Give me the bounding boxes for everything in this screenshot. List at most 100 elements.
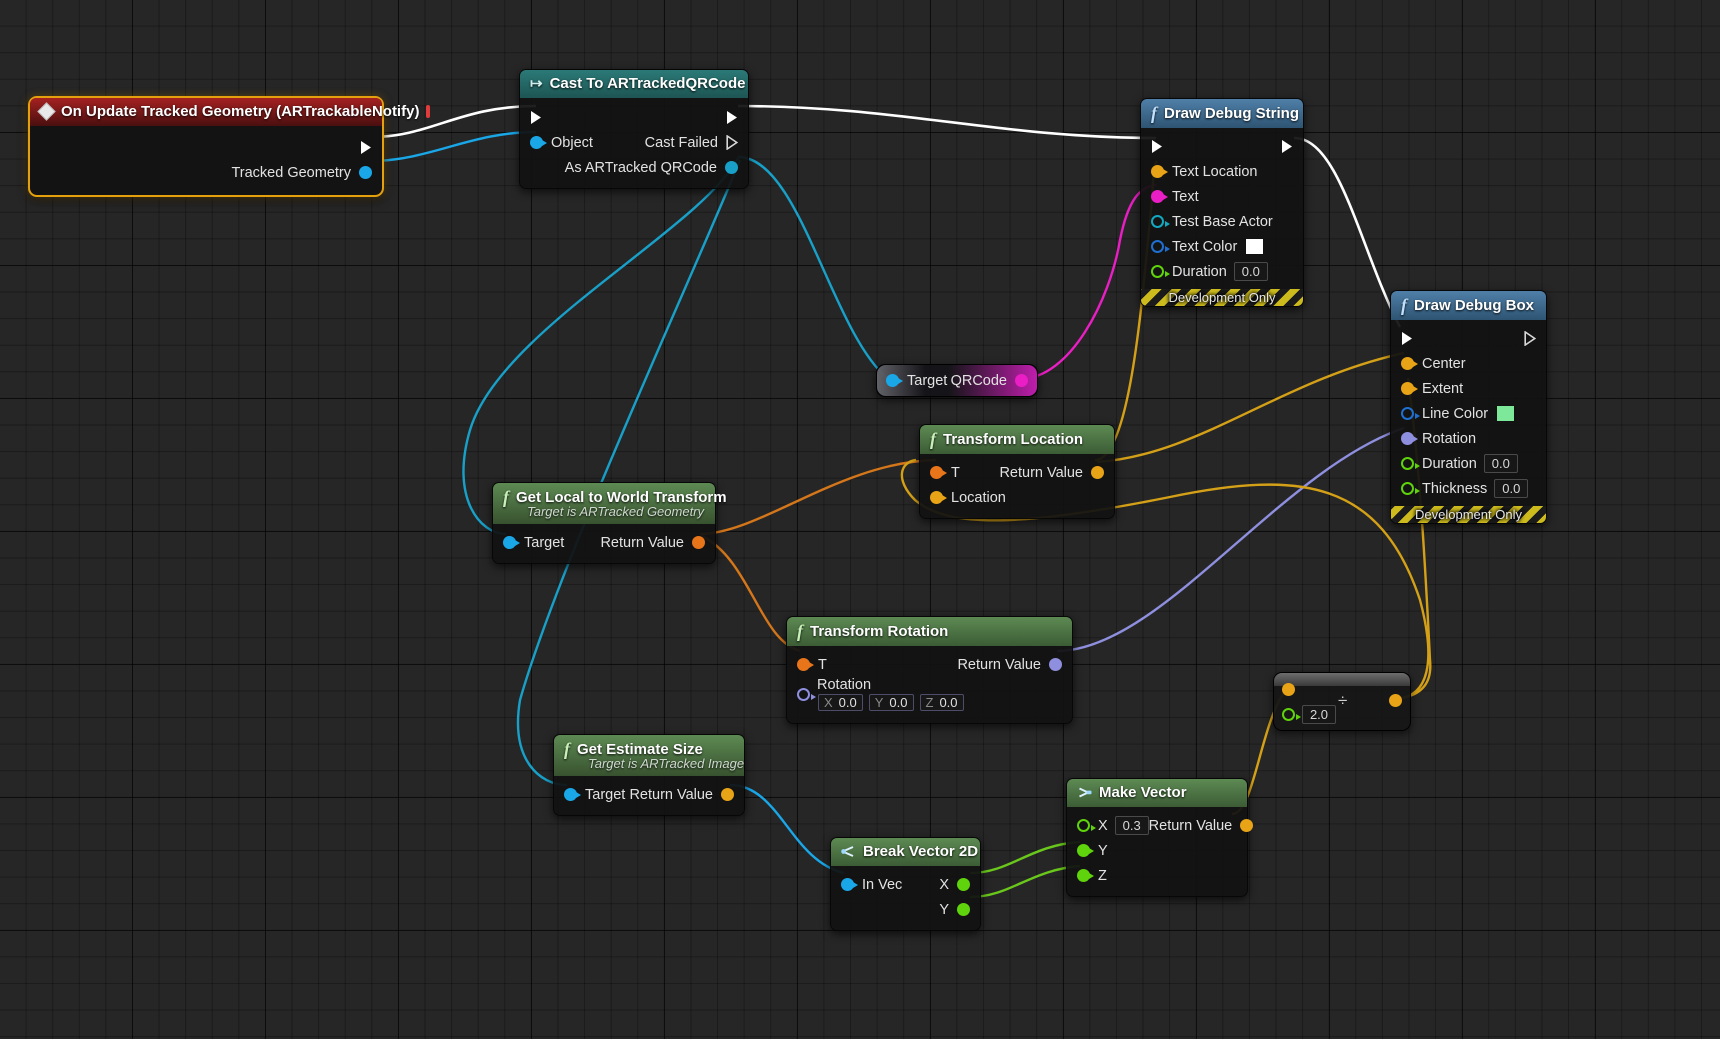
divide-a-in-pin[interactable]	[1282, 683, 1295, 696]
text-color-in-pin[interactable]	[1151, 240, 1170, 253]
exec-in-pin[interactable]	[1401, 331, 1413, 346]
pin-row-text[interactable]: Text	[1141, 184, 1303, 209]
pin-row-exec[interactable]	[1391, 326, 1546, 351]
test-base-actor-in-pin[interactable]	[1151, 215, 1170, 228]
pin-row-in-vec[interactable]: In Vec X	[831, 872, 980, 897]
duration-in-pin[interactable]	[1151, 265, 1170, 278]
pin-row-location[interactable]: Location	[920, 485, 1114, 510]
tracked-geometry-out-pin[interactable]	[359, 166, 372, 179]
pin-row-rotation[interactable]: Rotation	[1391, 426, 1546, 451]
exec-in-pin[interactable]	[1151, 139, 1163, 154]
divide-return-out-pin[interactable]	[1389, 694, 1402, 707]
node-subtitle: Target is ARTracked Geometry	[527, 504, 705, 519]
y-in-pin[interactable]	[1077, 844, 1094, 857]
node-on-update-tracked-geometry[interactable]: On Update Tracked Geometry (ARTrackableN…	[28, 96, 431, 197]
pin-label: Duration	[1172, 263, 1227, 280]
node-get-qrcode[interactable]: Target QRCode	[876, 364, 1038, 397]
duration-in-pin[interactable]	[1401, 457, 1420, 470]
duration-value-field[interactable]: 0.0	[1483, 454, 1518, 473]
duration-value-field[interactable]: 0.0	[1233, 262, 1268, 281]
pin-row-as-artracked-qrcode[interactable]: As ARTracked QRCode	[520, 155, 748, 180]
x-value-field[interactable]: 0.3	[1114, 816, 1149, 835]
target-in-pin[interactable]	[564, 788, 581, 801]
pin-row-line-color[interactable]: Line Color	[1391, 401, 1546, 426]
x-in-pin[interactable]	[1077, 819, 1096, 832]
exec-out-pin[interactable]	[360, 140, 372, 155]
pin-row-exec[interactable]	[1141, 134, 1303, 159]
node-get-estimate-size[interactable]: f Get Estimate Size Target is ARTracked …	[553, 734, 745, 816]
pin-row-object[interactable]: Object Cast Failed	[520, 130, 748, 155]
rotation-z-field[interactable]: Z 0.0	[919, 694, 964, 711]
node-get-local-to-world-transform[interactable]: f Get Local to World Transform Target is…	[492, 482, 727, 564]
pin-row-exec-out[interactable]	[30, 135, 382, 160]
pin-row-x[interactable]: X 0.3 Return Value	[1067, 813, 1254, 838]
location-in-pin[interactable]	[930, 491, 947, 504]
return-value-out-pin[interactable]	[692, 536, 705, 549]
line-color-swatch[interactable]	[1496, 405, 1516, 422]
t-in-pin[interactable]	[930, 466, 947, 479]
pin-row-text-location[interactable]: Text Location	[1141, 159, 1303, 184]
target-in-pin[interactable]	[503, 536, 520, 549]
pin-row-duration[interactable]: Duration 0.0	[1141, 259, 1303, 284]
z-in-pin[interactable]	[1077, 869, 1094, 882]
line-color-in-pin[interactable]	[1401, 407, 1420, 420]
rotation-y-field[interactable]: Y 0.0	[868, 694, 914, 711]
pin-row-y[interactable]: Y	[831, 897, 980, 922]
extent-in-pin[interactable]	[1401, 382, 1418, 395]
pin-row-exec[interactable]	[520, 105, 748, 130]
pin-row-duration[interactable]: Duration 0.0	[1391, 451, 1546, 476]
pin-row-target[interactable]: Target Return Value	[554, 782, 744, 807]
rotation-in-pin[interactable]	[797, 688, 816, 701]
pin-row-center[interactable]: Center	[1391, 351, 1546, 376]
object-in-pin[interactable]	[530, 136, 547, 149]
node-cast-to-artrackedqrcode[interactable]: ↦ Cast To ARTrackedQRCode Object Cast Fa…	[519, 69, 749, 189]
stop-recording-icon[interactable]	[426, 105, 431, 118]
pin-row-target[interactable]: Target Return Value	[493, 530, 715, 555]
exec-in-pin[interactable]	[530, 110, 542, 125]
divide-b-value-field[interactable]: 2.0	[1302, 705, 1336, 724]
text-location-in-pin[interactable]	[1151, 165, 1168, 178]
exec-out-pin[interactable]	[726, 110, 738, 125]
pin-row-y[interactable]: Y	[1067, 838, 1247, 863]
pin-row-t[interactable]: T Return Value	[787, 652, 1072, 677]
pin-row-t[interactable]: T Return Value	[920, 460, 1114, 485]
pin-row-z[interactable]: Z	[1067, 863, 1247, 888]
target-in-pin[interactable]	[886, 374, 903, 387]
exec-out-pin[interactable]	[1524, 331, 1536, 346]
return-value-out-pin[interactable]	[1049, 658, 1062, 671]
center-in-pin[interactable]	[1401, 357, 1418, 370]
pin-label: Text Location	[1172, 163, 1258, 180]
exec-out-pin[interactable]	[1281, 139, 1293, 154]
pin-row-thickness[interactable]: Thickness 0.0	[1391, 476, 1546, 501]
pin-row-tracked-geometry[interactable]: Tracked Geometry	[30, 160, 382, 185]
pin-label: Extent	[1422, 380, 1464, 397]
t-in-pin[interactable]	[797, 658, 814, 671]
rotation-in-pin[interactable]	[1401, 432, 1418, 445]
node-make-vector[interactable]: Make Vector X 0.3 Return Value Y Z	[1066, 778, 1254, 897]
text-in-pin[interactable]	[1151, 190, 1168, 203]
pin-row-test-base-actor[interactable]: Test Base Actor	[1141, 209, 1303, 234]
as-artracked-qrcode-out-pin[interactable]	[725, 161, 738, 174]
node-break-vector-2d[interactable]: Break Vector 2D In Vec X Y	[830, 837, 981, 931]
node-transform-rotation[interactable]: f Transform Rotation T Return Value Rota…	[786, 616, 1073, 724]
node-transform-location[interactable]: f Transform Location T Return Value Loca…	[919, 424, 1115, 519]
pin-row-text-color[interactable]: Text Color	[1141, 234, 1303, 259]
return-value-out-pin[interactable]	[1240, 819, 1254, 832]
return-value-out-pin[interactable]	[721, 788, 734, 801]
y-out-pin[interactable]	[957, 903, 970, 916]
divide-b-in-pin[interactable]	[1282, 708, 1301, 721]
qrcode-out-pin[interactable]	[1015, 374, 1028, 387]
x-out-pin[interactable]	[957, 878, 970, 891]
cast-failed-out-pin[interactable]	[726, 135, 738, 150]
thickness-value-field[interactable]: 0.0	[1494, 479, 1529, 498]
rotation-x-field[interactable]: X 0.0	[818, 694, 863, 711]
pin-row-extent[interactable]: Extent	[1391, 376, 1546, 401]
thickness-in-pin[interactable]	[1401, 482, 1420, 495]
node-draw-debug-box[interactable]: f Draw Debug Box Center Extent Line Colo…	[1390, 290, 1547, 524]
text-color-swatch[interactable]	[1245, 238, 1265, 255]
node-draw-debug-string[interactable]: f Draw Debug String Text Location Text T…	[1140, 98, 1304, 307]
blueprint-graph-canvas[interactable]: On Update Tracked Geometry (ARTrackableN…	[0, 0, 1720, 1039]
node-divide[interactable]: 2.0 ÷	[1273, 672, 1411, 731]
return-value-out-pin[interactable]	[1091, 466, 1104, 479]
in-vec-in-pin[interactable]	[841, 878, 858, 891]
